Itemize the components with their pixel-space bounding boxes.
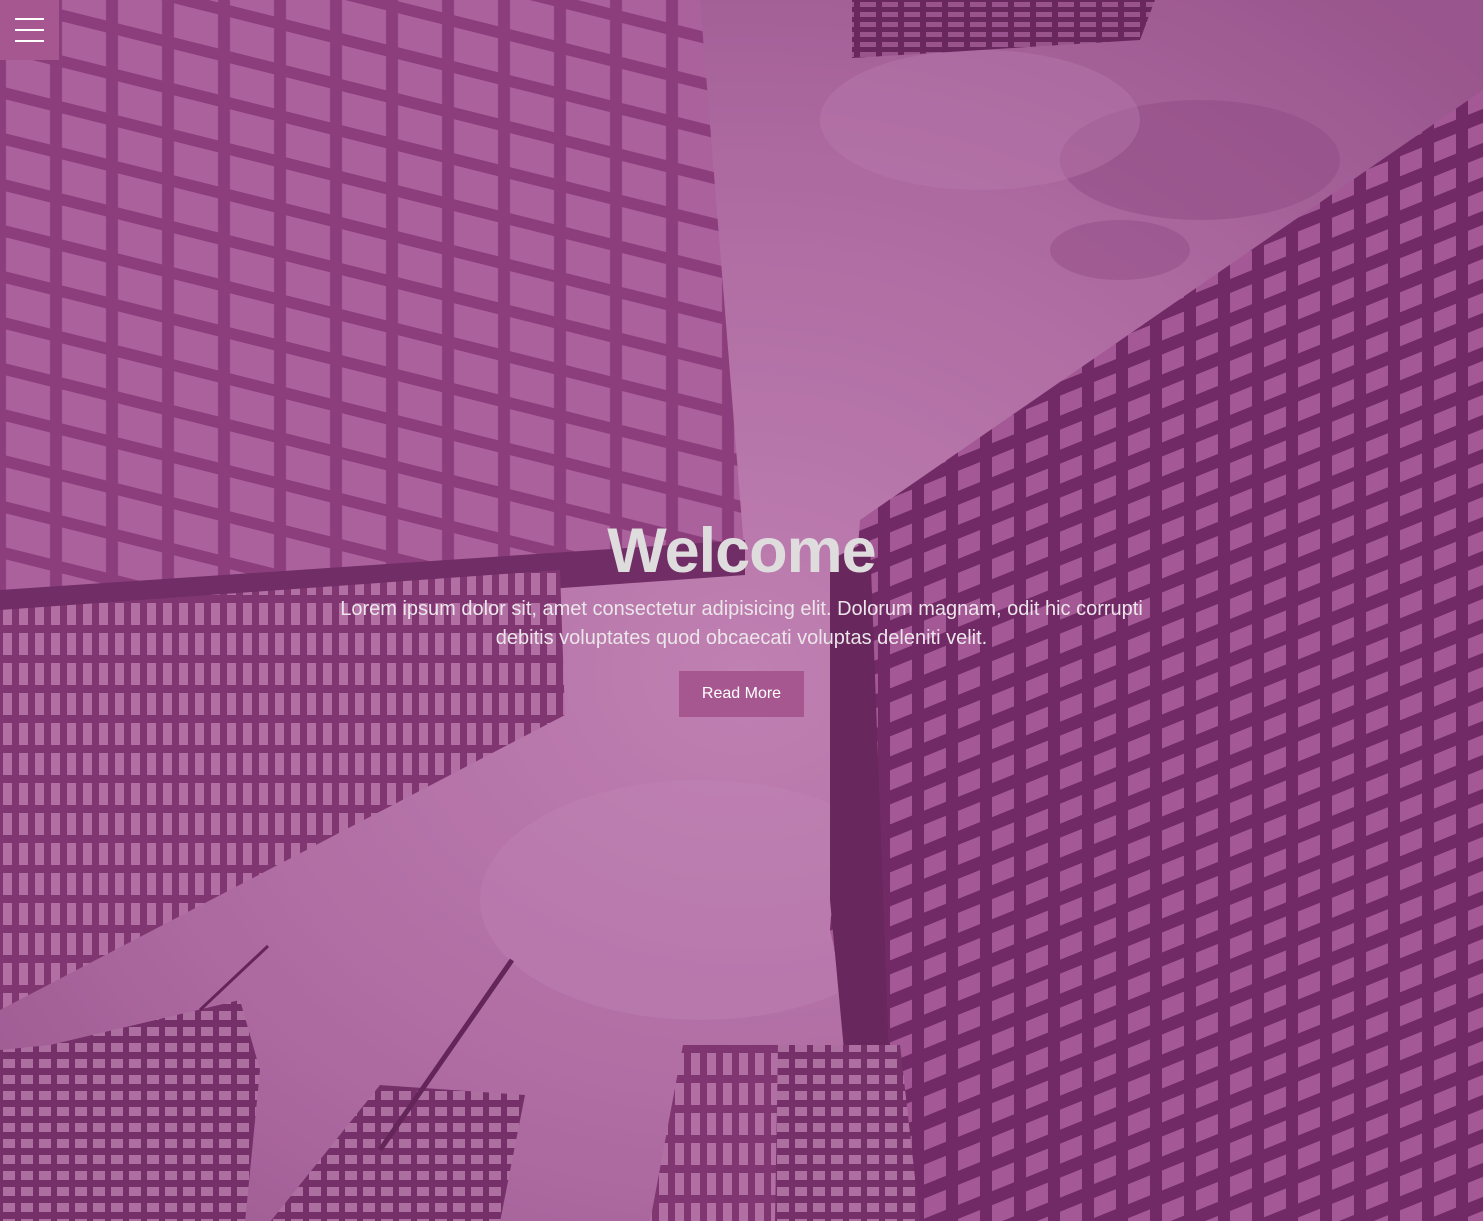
hero-subtitle: Lorem ipsum dolor sit, amet consectetur …	[340, 598, 1143, 649]
hero-title: Welcome	[607, 516, 876, 586]
hero-content: Welcome Lorem ipsum dolor sit, amet cons…	[0, 512, 1483, 717]
menu-bar-middle	[15, 29, 44, 31]
read-more-button[interactable]: Read More	[679, 671, 804, 717]
hero-section: Welcome Lorem ipsum dolor sit, amet cons…	[0, 0, 1483, 1222]
menu-bar-top	[15, 18, 44, 20]
hamburger-menu-icon[interactable]	[0, 0, 59, 60]
menu-bar-bottom	[15, 40, 44, 42]
page-bottom-edge	[0, 1221, 1483, 1222]
